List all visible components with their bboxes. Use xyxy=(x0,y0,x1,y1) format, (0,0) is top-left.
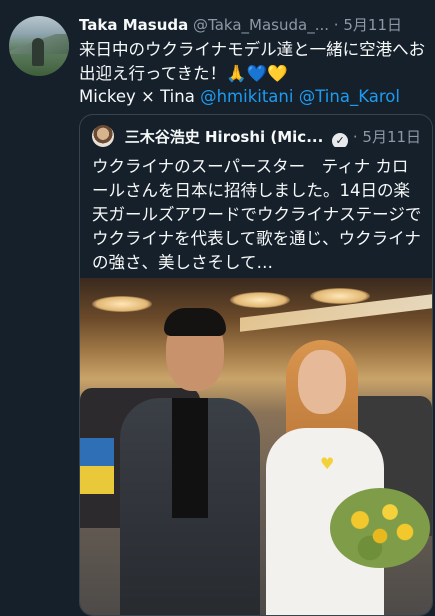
author-avatar[interactable] xyxy=(9,16,69,76)
ceiling-light xyxy=(92,296,152,312)
tweet-date[interactable]: 5月11日 xyxy=(343,16,402,34)
author-display-name[interactable]: Taka Masuda xyxy=(79,16,188,34)
man-hair xyxy=(164,308,226,336)
tweet-text: 来日中のウクライナモデル達と一緒に空港へお出迎え行ってきた！🙏💙💛 xyxy=(79,40,426,83)
ceiling-light xyxy=(310,288,370,304)
mentions-prefix: Mickey × Tina xyxy=(79,87,195,106)
author-handle[interactable]: @Taka_Masuda_... xyxy=(193,16,329,34)
tweet[interactable]: Taka Masuda @Taka_Masuda_... · 5月11日 来日中… xyxy=(0,0,435,616)
quoted-tweet-date[interactable]: 5月11日 xyxy=(362,128,421,146)
woman-face xyxy=(298,350,346,414)
quoted-header-separator: · xyxy=(352,128,358,146)
man-shirt xyxy=(172,398,208,518)
ceiling-light xyxy=(230,292,290,308)
quoted-tweet-text: ウクライナのスーパースター ティナ カロールさんを日本に招待しました。14日の楽… xyxy=(92,157,422,272)
header-separator: · xyxy=(333,16,339,34)
avatar-person xyxy=(32,38,44,66)
quoted-author-avatar[interactable] xyxy=(92,125,114,147)
quoted-tweet-photo[interactable]: ♥ xyxy=(80,278,432,615)
quoted-author-name[interactable]: 三木谷浩史 Hiroshi (Mic... xyxy=(125,128,324,146)
ukraine-flag xyxy=(80,438,114,494)
tweet-mentions-line: Mickey × Tina @hmikitani @Tina_Karol xyxy=(79,85,429,109)
sunflower-bouquet xyxy=(330,488,430,568)
mention-link[interactable]: @Tina_Karol xyxy=(299,87,400,106)
quoted-tweet[interactable]: 三木谷浩史 Hiroshi (Mic... ✓ · 5月11日 ウクライナのスー… xyxy=(79,114,433,616)
quoted-tweet-header: 三木谷浩史 Hiroshi (Mic... ✓ · 5月11日 xyxy=(92,125,422,147)
verified-badge-icon: ✓ xyxy=(332,133,349,147)
mention-link[interactable]: @hmikitani xyxy=(200,87,293,106)
tweet-header: Taka Masuda @Taka_Masuda_... · 5月11日 xyxy=(79,15,429,35)
heart-icon: ♥ xyxy=(320,454,335,473)
